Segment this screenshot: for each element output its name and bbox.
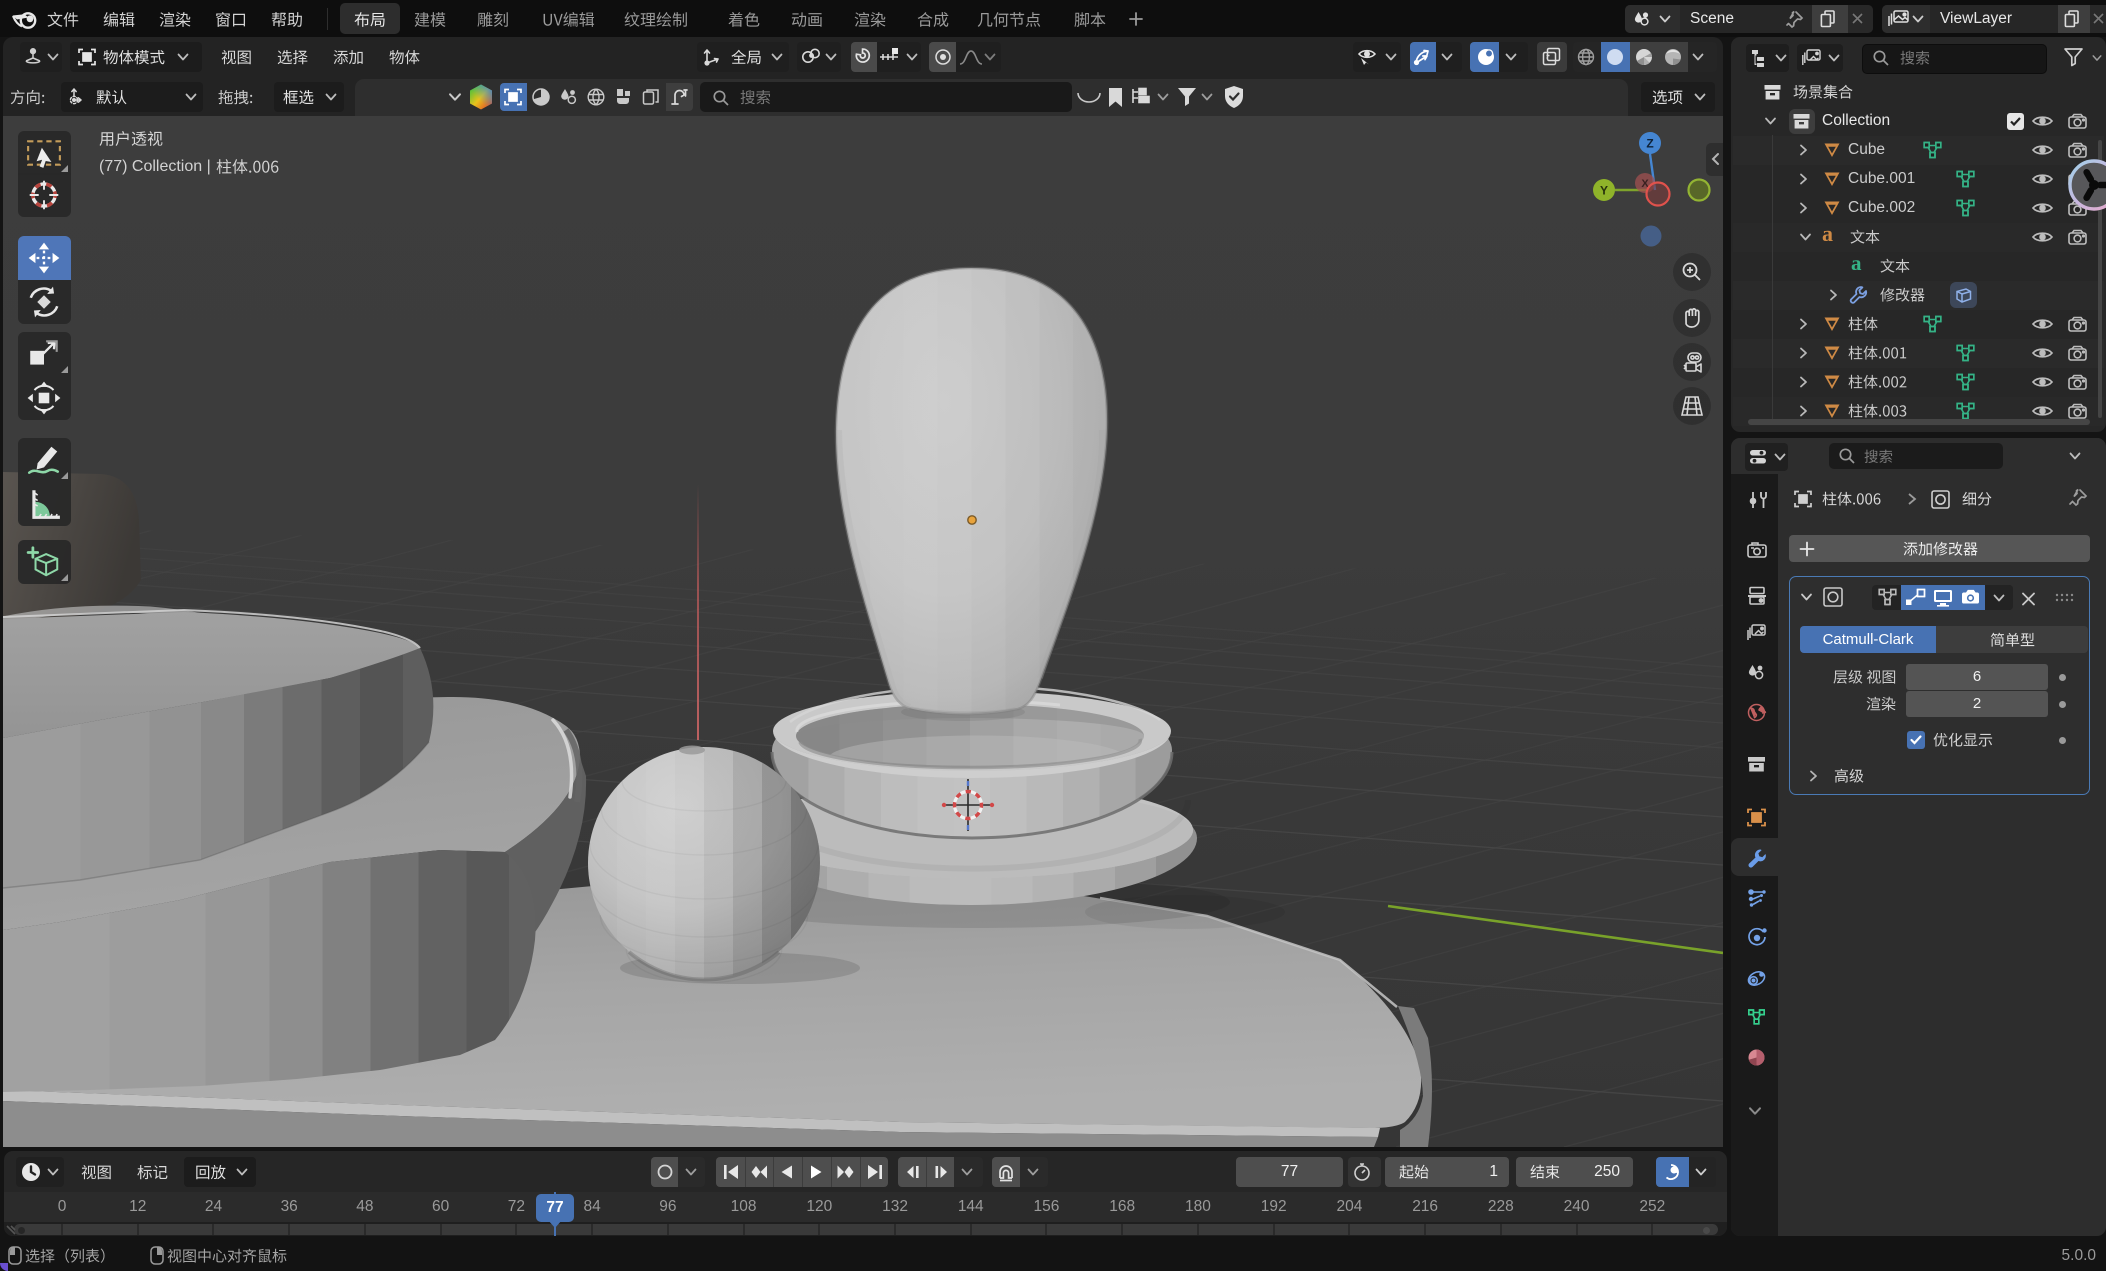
svg-text:Y: Y [1600,184,1608,198]
svg-text:Z: Z [1646,137,1653,151]
